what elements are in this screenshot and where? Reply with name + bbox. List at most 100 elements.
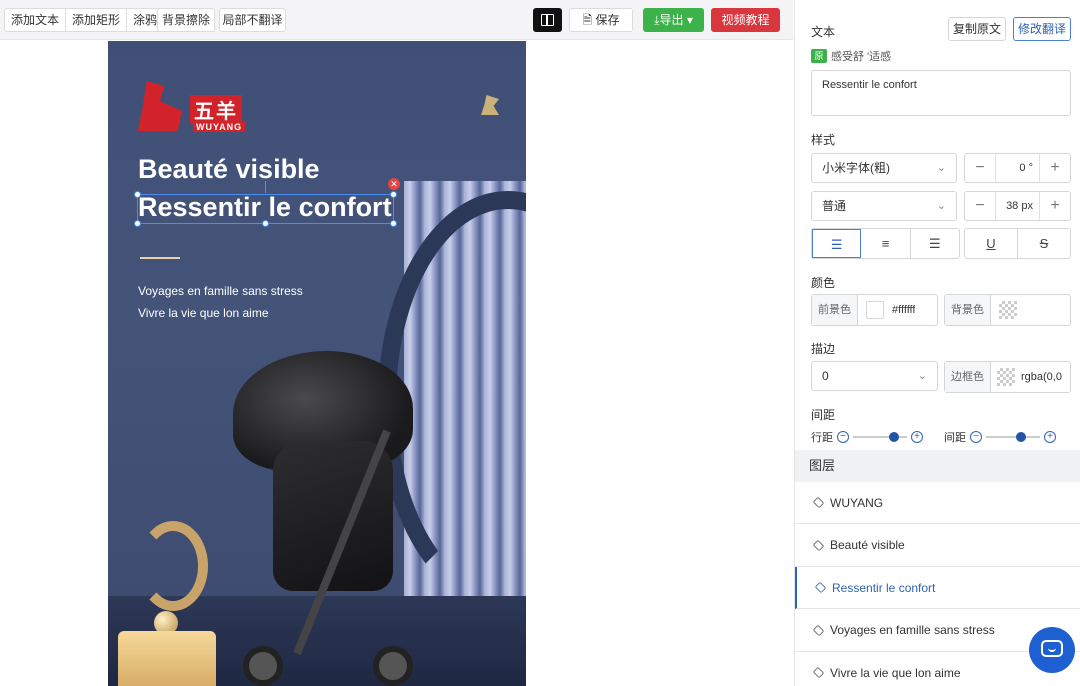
layer-label: Ressentir le confort [832,580,936,595]
plus-circle-icon[interactable]: + [1044,431,1056,443]
resize-handle-tl[interactable] [134,191,141,198]
poster-image[interactable]: 五羊 WUYANG Beauté visible Ressentir le co… [108,41,526,686]
chat-bubble-icon [1041,640,1063,657]
brand-name-cn[interactable]: 五羊 [190,95,242,124]
toolbar: 添加文本 添加矩形 涂鸦 背景擦除 局部不翻译 🗎 保存 ⤓导出 ▾ 视频教程 [0,0,793,40]
plus-circle-icon[interactable]: + [911,431,923,443]
divider-line [140,257,180,259]
layers-icon [812,539,825,551]
split-view-button[interactable] [533,8,562,32]
stroller-image [223,351,443,686]
add-rect-button[interactable]: 添加矩形 [66,9,128,31]
foreground-color-field[interactable]: 前景色 #ffffff [811,294,938,326]
original-text: 感受舒 '适感 [831,51,892,63]
color-section-label: 颜色 [811,276,836,290]
chat-support-button[interactable] [1029,627,1075,673]
foreground-swatch[interactable] [866,301,884,319]
font-family-select[interactable]: 小米字体(粗) ⌄ [811,153,957,183]
add-text-button[interactable]: 添加文本 [5,9,67,31]
resize-handle-bl[interactable] [134,220,141,227]
background-color-field[interactable]: 背景色 [944,294,1071,326]
layers-header: 图层 [795,450,1080,482]
style-section-label: 样式 [811,133,836,147]
selection-box[interactable] [134,191,397,227]
text-decoration-group: U S [964,228,1071,259]
brand-name-en[interactable]: WUYANG [193,122,246,132]
resize-handle-bottom[interactable] [262,220,269,227]
font-weight-value: 普通 [822,199,847,213]
slider-knob[interactable] [1016,432,1027,442]
underline-icon[interactable]: U [965,229,1018,258]
foreground-color-label: 前景色 [812,295,858,325]
bg-erase-button[interactable]: 背景擦除 [157,8,215,32]
save-button[interactable]: 🗎 保存 [569,8,633,32]
translation-textarea[interactable]: Ressentir le confort [811,70,1071,116]
layer-label: WUYANG [830,495,884,510]
font-size-value[interactable]: 38 px [995,192,1040,220]
properties-panel: 文本 复制原文 修改翻译 原 感受舒 '适感 Ressentir le conf… [794,0,1080,686]
align-left-icon[interactable]: ☰ [812,229,862,258]
chevron-down-icon: ⌄ [936,200,946,212]
editor-canvas[interactable]: 五羊 WUYANG Beauté visible Ressentir le co… [0,41,793,686]
spacing-sliders: 行距 − + 间距 − + [811,429,1071,445]
split-view-icon [541,14,554,26]
font-size-stepper[interactable]: − 38 px + [964,191,1071,221]
char-spacing-slider[interactable] [986,432,1040,442]
layer-item[interactable]: WUYANG [795,482,1080,524]
original-text-row: 原 感受舒 '适感 [811,48,891,64]
font-weight-select[interactable]: 普通 ⌄ [811,191,957,221]
headline-beaute[interactable]: Beauté visible [138,154,320,185]
align-center-icon[interactable]: ≡ [861,229,911,258]
line-spacing-slider[interactable] [853,432,907,442]
char-spacing-label: 间距 [944,432,966,444]
line-spacing-control: 行距 − + [811,429,923,445]
app-root: 添加文本 添加矩形 涂鸦 背景擦除 局部不翻译 🗎 保存 ⤓导出 ▾ 视频教程 … [0,0,1080,686]
tagline-1[interactable]: Voyages en famille sans stress [138,284,303,298]
decrement-button[interactable]: − [965,154,995,182]
align-right-icon[interactable]: ☰ [911,229,959,258]
resize-handle-br[interactable] [390,220,397,227]
delete-element-icon[interactable]: ✕ [388,178,400,190]
transparent-swatch[interactable] [999,301,1017,319]
layer-label: Voyages en famille sans stress [830,623,995,637]
video-tutorial-button[interactable]: 视频教程 [711,8,780,32]
layer-item[interactable]: Ressentir le confort [795,567,1080,609]
edit-translation-button[interactable]: 修改翻译 [1013,17,1071,41]
font-family-value: 小米字体(粗) [822,161,890,175]
partial-no-translate-button[interactable]: 局部不翻译 [219,8,286,32]
strikethrough-icon[interactable]: S [1018,229,1070,258]
copy-original-button[interactable]: 复制原文 [948,17,1006,41]
layer-label: Beauté visible [830,538,905,552]
decrement-button[interactable]: − [965,192,995,220]
resize-handle-tr[interactable] [390,191,397,198]
background-color-label: 背景色 [945,295,991,325]
minus-circle-icon[interactable]: − [970,431,982,443]
tool-group: 添加文本 添加矩形 涂鸦 [4,8,165,32]
text-section-label: 文本 [811,25,836,39]
increment-button[interactable]: + [1040,154,1070,182]
foreground-color-value[interactable]: #ffffff [892,304,915,316]
export-button[interactable]: ⤓导出 ▾ [643,8,704,32]
stroke-width-value: 0 [822,369,829,383]
stroke-section-label: 描边 [811,342,836,356]
letter-spacing-number: 0 [1019,162,1026,174]
border-color-field[interactable]: 边框色 rgba(0,0 [944,361,1071,393]
minus-circle-icon[interactable]: − [837,431,849,443]
slider-knob[interactable] [888,432,899,442]
letter-spacing-stepper[interactable]: − 0 ° + [964,153,1071,183]
stroller-wheel [373,646,413,686]
save-label: 保存 [595,13,620,27]
sheep-icon [481,95,499,115]
stroke-width-select[interactable]: 0 ⌄ [811,361,938,391]
tagline-2[interactable]: Vivre la vie que lon aime [138,306,269,320]
chevron-down-icon: ⌄ [917,370,927,382]
layer-label: Vivre la vie que lon aime [830,665,961,680]
border-color-value[interactable]: rgba(0,0 [1021,371,1067,383]
letter-spacing-value[interactable]: 0 ° [995,154,1040,182]
increment-button[interactable]: + [1040,192,1070,220]
pedestal-decoration [118,631,216,686]
border-transparent-swatch[interactable] [997,368,1015,386]
chevron-down-icon: ⌄ [936,162,946,174]
layer-item[interactable]: Beauté visible [795,525,1080,567]
brand-logo-icon [138,81,182,131]
